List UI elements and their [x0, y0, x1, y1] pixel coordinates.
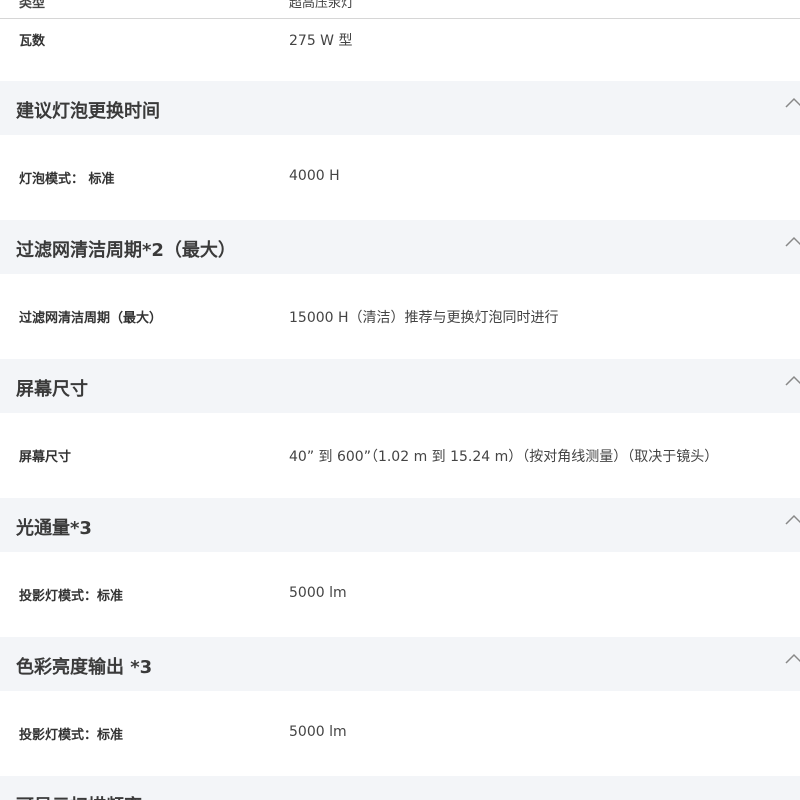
spec-row-type: 类型 超高压汞灯	[0, 0, 800, 19]
spec-row-value: 超高压汞灯	[289, 0, 355, 11]
chevron-up-icon[interactable]	[784, 512, 800, 526]
section-header-screen-size[interactable]: 屏幕尺寸	[0, 359, 800, 413]
spec-row: 过滤网清洁周期（最大） 15000 H（清洁）推荐与更换灯泡同时进行	[0, 301, 800, 331]
spec-row-wattage: 瓦数 275 W 型	[0, 24, 800, 54]
spec-row-label: 灯泡模式： 标准	[19, 172, 115, 187]
section-header-luminous-flux[interactable]: 光通量*3	[0, 498, 800, 552]
section-title: 建议灯泡更换时间	[16, 101, 160, 122]
chevron-up-icon[interactable]	[784, 651, 800, 665]
chevron-up-icon[interactable]	[784, 95, 800, 109]
chevron-up-icon[interactable]	[784, 373, 800, 387]
section-header-lamp-replacement[interactable]: 建议灯泡更换时间	[0, 81, 800, 135]
spec-row-label: 投影灯模式：标准	[19, 589, 124, 604]
section-title: 光通量*3	[16, 518, 92, 539]
section-header-scan-frequency[interactable]: 可显示扫描频率	[0, 776, 800, 800]
spec-row-label: 屏幕尺寸	[19, 450, 72, 465]
section-header-filter-cleaning[interactable]: 过滤网清洁周期*2（最大）	[0, 220, 800, 274]
section-title: 屏幕尺寸	[16, 379, 88, 400]
spec-row-label: 过滤网清洁周期（最大）	[19, 311, 163, 326]
spec-page: 类型 超高压汞灯 瓦数 275 W 型 建议灯泡更换时间 灯泡模式： 标准 40…	[0, 0, 800, 800]
spec-row-value: 5000 lm	[289, 585, 347, 601]
spec-row-label: 类型	[19, 0, 46, 11]
spec-row-value: 4000 H	[289, 168, 340, 184]
spec-row: 灯泡模式： 标准 4000 H	[0, 162, 800, 192]
section-title: 过滤网清洁周期*2（最大）	[16, 240, 236, 261]
spec-row-value: 15000 H（清洁）推荐与更换灯泡同时进行	[289, 310, 559, 326]
spec-row-value: 275 W 型	[289, 33, 353, 49]
spec-row: 投影灯模式：标准 5000 lm	[0, 718, 800, 748]
chevron-up-icon[interactable]	[784, 234, 800, 248]
spec-row-label: 瓦数	[19, 34, 46, 49]
section-title: 色彩亮度输出 *3	[16, 657, 153, 678]
spec-row-value: 40” 到 600”（1.02 m 到 15.24 m）（按对角线测量）（取决于…	[289, 449, 719, 465]
spec-row: 屏幕尺寸 40” 到 600”（1.02 m 到 15.24 m）（按对角线测量…	[0, 440, 800, 470]
section-header-color-brightness[interactable]: 色彩亮度输出 *3	[0, 637, 800, 691]
spec-row: 投影灯模式：标准 5000 lm	[0, 579, 800, 609]
spec-row-value: 5000 lm	[289, 724, 347, 740]
section-title: 可显示扫描频率	[16, 792, 142, 800]
spec-row-label: 投影灯模式：标准	[19, 728, 124, 743]
